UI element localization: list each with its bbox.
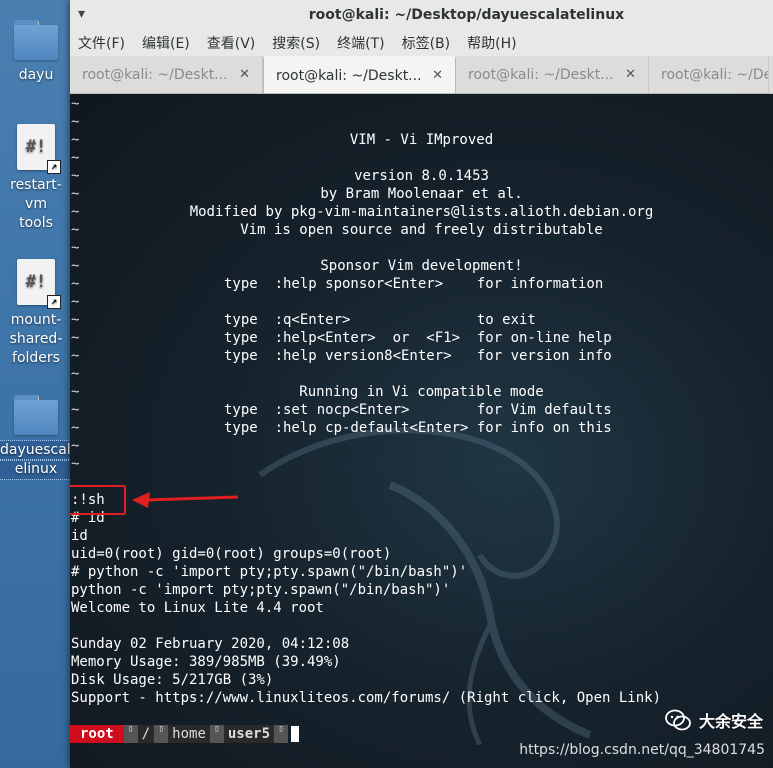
vim-tilde: ~ [71, 402, 80, 418]
close-icon[interactable]: ✕ [625, 67, 636, 82]
prompt-current-dir: user5 [223, 725, 275, 743]
menu-bar: 文件(F) 编辑(E) 查看(V) 搜索(S) 终端(T) 标签(B) 帮助(H… [70, 30, 773, 56]
terminal-cursor [291, 726, 300, 742]
menu-search[interactable]: 搜索(S) [272, 33, 320, 53]
desktop-icon-restart-vm-tools[interactable]: #! ↗ restart-vm tools [0, 124, 72, 233]
desktop-icon-label: dayu [18, 67, 54, 83]
vim-tilde: ~ [71, 114, 80, 130]
vim-tilde: ~ [71, 240, 80, 256]
vim-help-nocp: type :set nocp<Enter> for Vim defaults [224, 402, 612, 418]
vim-open-source: Vim is open source and freely distributa… [240, 222, 603, 238]
script-icon: #! ↗ [17, 259, 61, 309]
folder-icon [14, 20, 58, 60]
menu-view[interactable]: 查看(V) [207, 33, 256, 53]
close-icon[interactable]: ✕ [239, 67, 250, 82]
vim-help-exit: type :q<Enter> to exit [224, 312, 536, 328]
vim-help-cp: type :help cp-default<Enter> for info on… [224, 420, 612, 436]
desktop-icon-mount-shared-folders[interactable]: #! ↗ mount- shared- folders [0, 259, 72, 368]
url-watermark: https://blog.csdn.net/qq_34801745 [519, 742, 765, 758]
menu-tabs[interactable]: 标签(B) [402, 33, 451, 53]
vim-help-online: type :help<Enter> or <F1> for on-line he… [224, 330, 612, 346]
wechat-icon [665, 709, 691, 731]
shell-line: Welcome to Linux Lite 4.4 root [71, 600, 324, 616]
vim-tilde: ~ [71, 420, 80, 436]
desktop-icon-label: dayuescalat [0, 440, 85, 461]
shell-line: id [71, 528, 88, 544]
vim-tilde: ~ [71, 96, 80, 112]
shell-line: Disk Usage: 5/217GB (3%) [71, 672, 274, 688]
desktop-icon-label: shared- [9, 331, 63, 347]
shell-line: Memory Usage: 389/985MB (39.49%) [71, 654, 341, 670]
vim-tilde: ~ [71, 150, 80, 166]
menu-help[interactable]: 帮助(H) [467, 33, 516, 53]
prompt-root-dir: / [137, 725, 155, 743]
vim-tilde: ~ [71, 366, 80, 382]
vim-author: by Bram Moolenaar et al. [320, 186, 523, 202]
menu-edit[interactable]: 编辑(E) [142, 33, 190, 53]
vim-tilde: ~ [71, 276, 80, 292]
desktop-icon-label: restart-vm [10, 177, 62, 212]
vim-compat: Running in Vi compatible mode [299, 384, 544, 400]
shell-prompt-statusbar: root ▯ / ▯ home ▯ user5 ▯ [70, 724, 300, 744]
prompt-separator-icon: ▯ [123, 725, 138, 743]
shell-line: Support - https://www.linuxliteos.com/fo… [71, 690, 662, 706]
window-title: root@kali: ~/Desktop/dayuescalatelinux [308, 7, 625, 23]
prompt-separator-icon: ▯ [154, 725, 169, 743]
desktop-icon-dayu[interactable]: dayu [0, 20, 72, 85]
tab-label: root@kali: ~/Deskt... [276, 67, 422, 84]
terminal-window[interactable]: ▾ root@kali: ~/Desktop/dayuescalatelinux… [70, 0, 773, 768]
terminal-tab-1[interactable]: root@kali: ~/Deskt... ✕ [70, 56, 263, 93]
menu-terminal[interactable]: 终端(T) [337, 33, 384, 53]
desktop-icon-label: mount- [10, 312, 62, 328]
window-menu-icon[interactable]: ▾ [78, 6, 85, 22]
prompt-separator-icon: ▯ [209, 725, 224, 743]
vim-tilde: ~ [71, 330, 80, 346]
shell-line: python -c 'import pty;pty.spawn("/bin/ba… [71, 582, 451, 598]
vim-tilde: ~ [71, 312, 80, 328]
annotation-arrow-icon [132, 492, 239, 508]
vim-help-sponsor: type :help sponsor<Enter> for informatio… [224, 276, 604, 292]
tab-label: root@kali: ~/Deskt... [468, 66, 614, 83]
desktop-icon-label: elinux [0, 459, 73, 480]
annotation-highlight-box [70, 485, 126, 515]
terminal-output[interactable]: ~ ~ ~ ~ ~ ~ ~ ~ ~ ~ ~ ~ ~ ~ ~ ~ ~ ~ ~ ~ … [70, 95, 773, 768]
vim-help-version: type :help version8<Enter> for version i… [224, 348, 612, 364]
prompt-dir: home [168, 725, 210, 743]
menu-file[interactable]: 文件(F) [78, 33, 125, 53]
window-titlebar[interactable]: ▾ root@kali: ~/Desktop/dayuescalatelinux [70, 0, 773, 30]
brand-watermark: 大余安全 [665, 708, 763, 732]
desktop-icon-label: tools [19, 215, 53, 231]
terminal-tab-4[interactable]: root@kali: ~/Deskt [649, 56, 769, 93]
terminal-tab-3[interactable]: root@kali: ~/Deskt... ✕ [456, 56, 649, 93]
desktop-icon-dayuescalatelinux[interactable]: dayuescalat elinux [0, 395, 85, 480]
vim-tilde: ~ [71, 348, 80, 364]
prompt-user: root [70, 725, 124, 743]
vim-title: VIM - Vi IMproved [349, 132, 494, 148]
folder-icon [14, 395, 58, 435]
vim-modified: Modified by pkg-vim-maintainers@lists.al… [189, 204, 654, 220]
vim-sponsor: Sponsor Vim development! [320, 258, 523, 274]
shell-line: # python -c 'import pty;pty.spawn("/bin/… [71, 564, 468, 580]
shell-line: Sunday 02 February 2020, 04:12:08 [71, 636, 350, 652]
vim-tilde: ~ [71, 456, 80, 472]
shell-line: uid=0(root) gid=0(root) groups=0(root) [71, 546, 392, 562]
terminal-tab-2[interactable]: root@kali: ~/Deskt... ✕ [263, 56, 456, 93]
prompt-separator-icon: ▯ [274, 725, 289, 743]
vim-tilde: ~ [71, 438, 80, 454]
desktop-icon-label: folders [12, 350, 60, 366]
tab-label: root@kali: ~/Deskt [661, 66, 768, 83]
tab-label: root@kali: ~/Deskt... [82, 66, 228, 83]
script-icon: #! ↗ [17, 124, 61, 174]
vim-tilde: ~ [71, 294, 80, 310]
brand-name: 大余安全 [698, 712, 763, 731]
vim-version: version 8.0.1453 [354, 168, 489, 184]
tab-bar: root@kali: ~/Deskt... ✕ root@kali: ~/Des… [70, 56, 773, 94]
close-icon[interactable]: ✕ [432, 68, 443, 83]
